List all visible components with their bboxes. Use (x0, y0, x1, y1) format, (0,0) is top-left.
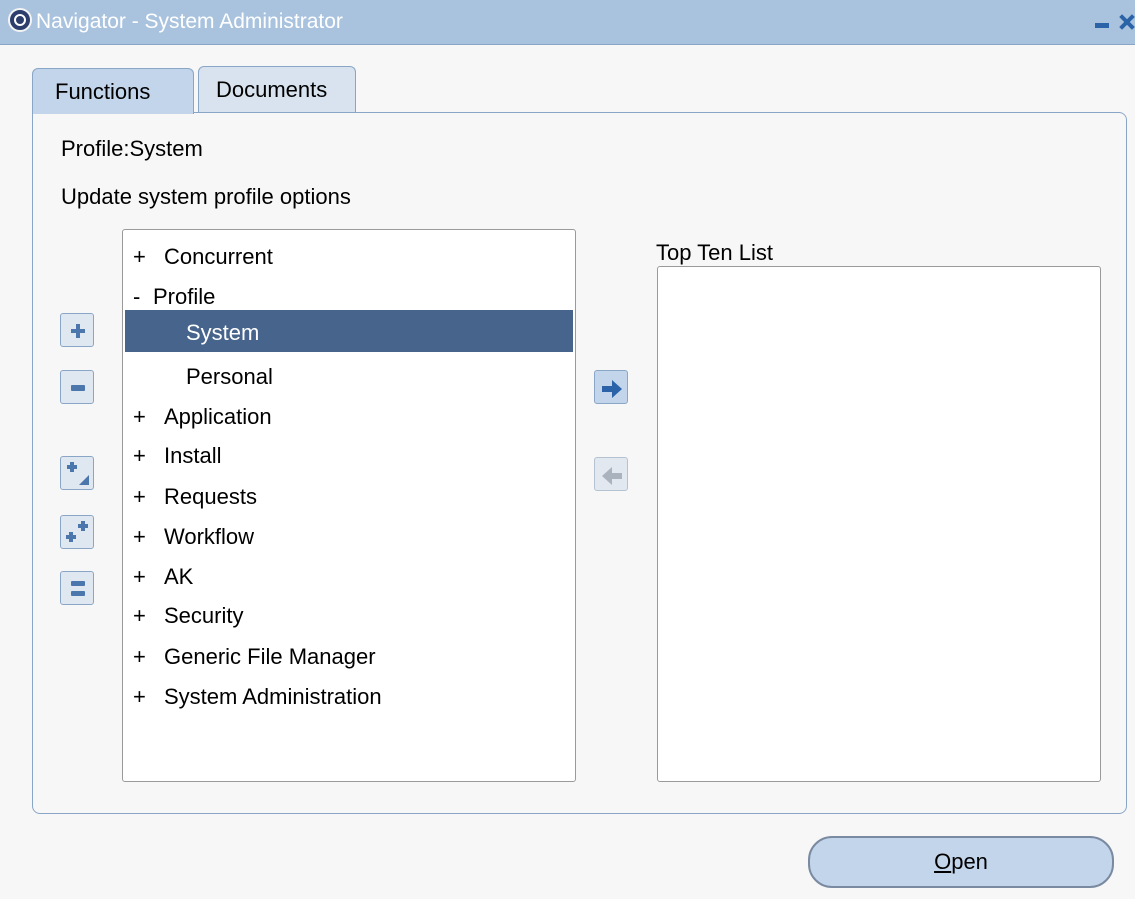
tree-expand-marker[interactable]: + (133, 644, 146, 670)
tree-expand-marker[interactable]: + (133, 484, 146, 510)
tree-item-label: Workflow (164, 524, 255, 549)
tree-expand-marker[interactable]: + (133, 443, 146, 469)
tree-item-label: Install (164, 443, 222, 468)
tree-item-ak[interactable]: + AK (125, 554, 573, 594)
tree-item-workflow[interactable]: + Workflow (125, 514, 573, 554)
tree-expand-marker[interactable]: + (133, 404, 146, 430)
tree-item-system[interactable]: System (125, 310, 573, 352)
function-tree[interactable]: + Concurrent - Profile System Personal +… (122, 229, 576, 782)
tree-item-label: AK (164, 564, 194, 589)
tree-expand-marker[interactable]: + (133, 244, 146, 270)
remove-from-top-ten-button[interactable] (594, 457, 628, 491)
tree-item-label: System Administration (164, 684, 382, 709)
function-description: Update system profile options (61, 184, 351, 209)
tree-expand-marker[interactable]: + (133, 684, 146, 710)
minimize-icon[interactable] (1094, 14, 1110, 30)
open-button[interactable]: Open (808, 836, 1114, 888)
tree-item-label: System (186, 320, 260, 345)
add-to-list-icon (602, 380, 622, 398)
tree-expand-marker[interactable]: + (133, 603, 146, 629)
tree-item-requests[interactable]: + Requests (125, 474, 573, 514)
tree-item-install[interactable]: + Install (125, 433, 573, 473)
tree-item-generic-file-manager[interactable]: + Generic File Manager (125, 634, 573, 674)
tree-item-concurrent[interactable]: + Concurrent (125, 234, 573, 274)
tab-documents[interactable]: Documents (198, 66, 356, 112)
open-mnemonic: O (934, 849, 952, 874)
tree-item-label: Concurrent (164, 244, 273, 269)
collapse-all-button[interactable] (60, 571, 94, 605)
close-icon[interactable] (1118, 14, 1134, 30)
tree-item-application[interactable]: + Application (125, 394, 573, 434)
tree-item-label: Personal (186, 364, 273, 389)
oracle-logo-icon (8, 8, 32, 32)
tree-item-system-administration[interactable]: + System Administration (125, 674, 573, 714)
open-label-rest: pen (951, 849, 988, 874)
tree-item-label: Security (164, 603, 244, 628)
tab-functions[interactable]: Functions (32, 68, 194, 114)
tree-item-profile[interactable]: - Profile (125, 274, 573, 314)
expand-icon (71, 324, 85, 338)
window-title: Navigator - System Administrator (36, 10, 343, 33)
expand-all-button[interactable] (60, 515, 94, 549)
tree-item-label: Generic File Manager (164, 644, 376, 669)
collapse-icon (71, 385, 85, 391)
tree-expand-marker[interactable]: + (133, 564, 146, 590)
expand-button[interactable] (60, 313, 94, 347)
expand-branch-button[interactable] (60, 456, 94, 490)
selected-function-path: Profile:System (61, 136, 203, 161)
title-bar[interactable]: Navigator - System Administrator (0, 0, 1135, 45)
top-ten-list[interactable] (657, 266, 1101, 782)
tree-item-label: Profile (153, 284, 216, 309)
remove-from-list-icon (602, 467, 622, 485)
tab-documents-label: Documents (216, 77, 328, 102)
collapse-button[interactable] (60, 370, 94, 404)
tab-functions-label: Functions (55, 79, 151, 104)
tree-item-personal[interactable]: Personal (125, 354, 573, 394)
tree-item-label: Application (164, 404, 272, 429)
add-to-top-ten-button[interactable] (594, 370, 628, 404)
tree-item-security[interactable]: + Security (125, 593, 573, 633)
tree-item-label: Requests (164, 484, 257, 509)
tree-expand-marker[interactable]: + (133, 524, 146, 550)
tree-collapse-marker[interactable]: - (133, 284, 140, 310)
top-ten-list-label: Top Ten List (656, 240, 774, 265)
